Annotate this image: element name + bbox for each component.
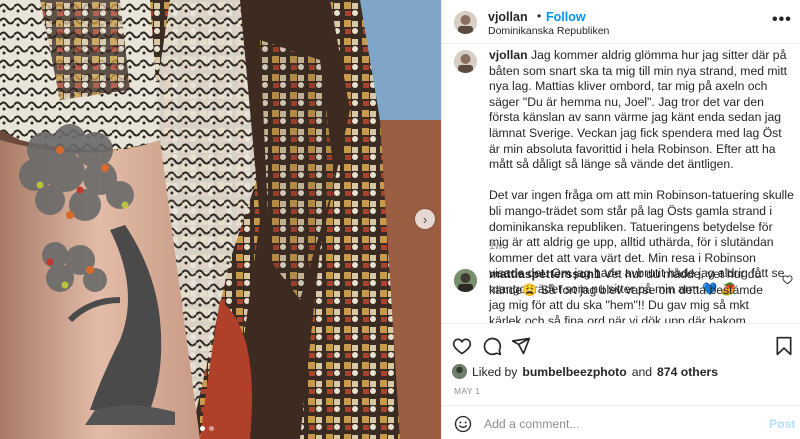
post-header: vjollan • Follow Dominikanska Republiken… — [442, 0, 800, 44]
follow-button[interactable]: Follow — [546, 10, 586, 24]
bookmark-icon[interactable] — [774, 336, 794, 356]
comment-icon[interactable] — [482, 336, 502, 356]
comments-list[interactable]: vjollan Jag kommer aldrig glömma hur jag… — [442, 44, 800, 323]
comment-input[interactable]: Add a comment... — [484, 417, 580, 431]
add-comment-bar: Add a comment... Post — [442, 405, 800, 439]
avatar[interactable] — [454, 11, 477, 34]
avatar[interactable] — [454, 50, 477, 73]
post-date[interactable]: MAY 1 — [454, 386, 480, 396]
liked-by-user[interactable]: bumbelbeezphoto — [522, 365, 626, 379]
post-location[interactable]: Dominikanska Republiken — [488, 25, 609, 37]
liked-by-others[interactable]: 874 others — [657, 365, 718, 379]
comment-text: mattiaspettersson1 Vet hur du mådde, vet… — [489, 267, 774, 323]
commenter-avatar-icon — [454, 269, 477, 292]
chevron-right-icon: › — [422, 211, 428, 227]
user-avatar-icon — [454, 50, 477, 73]
comment-username[interactable]: mattiaspettersson1 — [489, 267, 601, 281]
avatar[interactable] — [454, 269, 477, 292]
emoji-icon[interactable] — [454, 415, 472, 433]
user-avatar-icon — [454, 11, 477, 34]
caption-paragraph-1: Jag kommer aldrig glömma hur jag sitter … — [489, 48, 788, 172]
post-comment-button[interactable]: Post — [769, 417, 795, 431]
carousel-dots — [200, 426, 214, 431]
post-details-panel: vjollan • Follow Dominikanska Republiken… — [441, 0, 800, 439]
avatar[interactable] — [452, 364, 467, 379]
share-icon[interactable] — [511, 336, 531, 356]
likes-summary: Liked by bumbelbeezphoto and 874 others — [452, 364, 718, 379]
carousel-dot — [200, 426, 205, 431]
liked-by-and: and — [631, 364, 653, 379]
carousel-dot — [209, 426, 214, 431]
separator-dot: • — [537, 9, 542, 23]
caption-timestamp[interactable]: 1w — [489, 240, 502, 252]
liker-avatar-icon — [452, 364, 467, 379]
tattoo-photo-image — [0, 0, 441, 439]
post-username[interactable]: vjollan — [488, 10, 528, 24]
liked-by-prefix: Liked by — [472, 364, 518, 379]
more-icon[interactable]: ••• — [772, 11, 792, 29]
carousel-next-button[interactable]: › — [415, 209, 435, 229]
caption-username[interactable]: vjollan — [489, 48, 528, 62]
heart-icon[interactable] — [452, 336, 472, 356]
action-bar — [442, 323, 800, 367]
comment-heart-icon[interactable] — [782, 274, 793, 285]
post-photo[interactable]: › — [0, 0, 441, 439]
